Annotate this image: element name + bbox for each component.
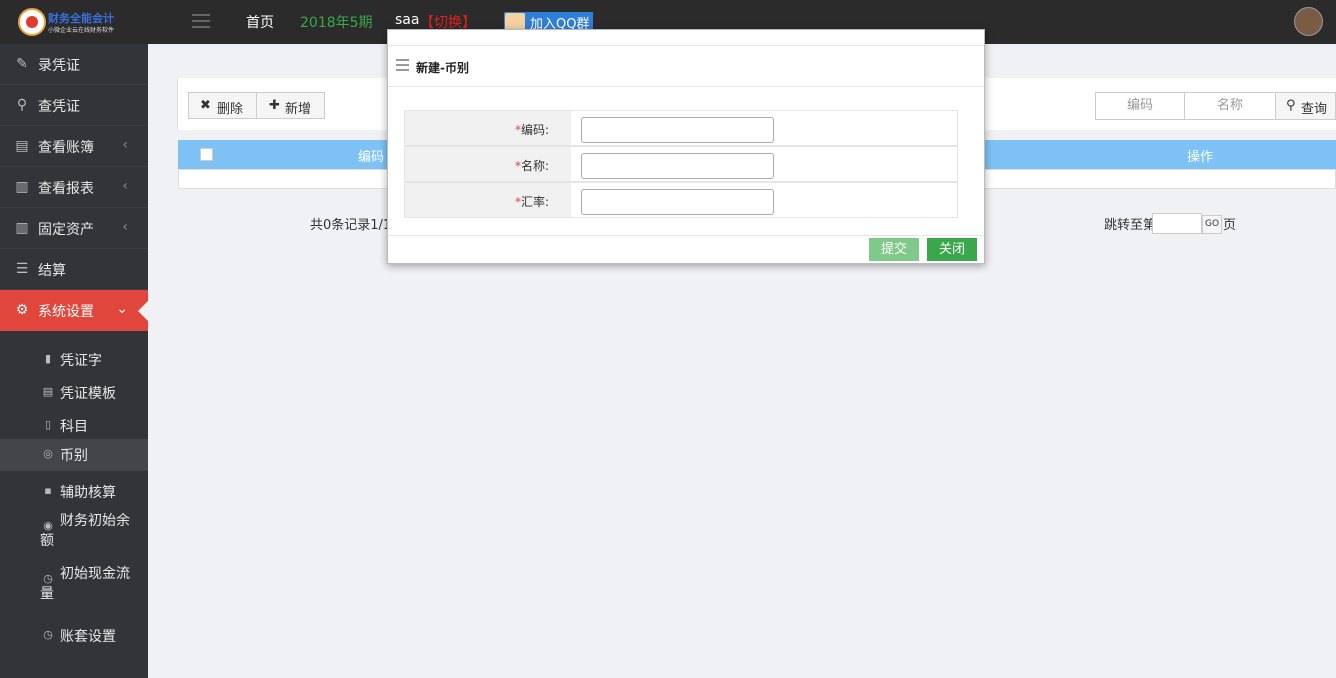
- sidebar-item-fixed-assets[interactable]: ▥ 固定资产 ‹: [0, 208, 148, 249]
- sidebar-item-ledger[interactable]: ▤ 查看账簿 ‹: [0, 126, 148, 167]
- accounting-period[interactable]: 2018年5期: [300, 12, 373, 32]
- subitem-ledger-settings[interactable]: ◷ 账套设置: [0, 620, 148, 653]
- form-row-rate: *汇率:: [404, 182, 958, 218]
- go-button[interactable]: GO: [1202, 215, 1222, 234]
- plus-icon: ✚: [269, 98, 280, 113]
- rate-field-label: 汇率:: [520, 195, 549, 209]
- sidebar: ✎ 录凭证 ⚲ 查凭证 ▤ 查看账簿 ‹ ▥ 查看报表 ‹ ▥ 固定资产 ‹ ☰…: [0, 44, 148, 678]
- column-header-actions: 操作: [1187, 150, 1214, 165]
- subitem-voucher-template[interactable]: ▤ 凭证模板: [0, 377, 148, 410]
- pager-suffix: 页: [1223, 218, 1237, 233]
- sidebar-item-label: 固定资产: [38, 222, 94, 238]
- name-field[interactable]: [581, 153, 774, 179]
- logo-title: 财务全能会计: [48, 12, 114, 25]
- subitem-label: 币别: [60, 448, 88, 464]
- form-row-code: *编码:: [404, 110, 958, 146]
- nav-home-link[interactable]: 首页: [246, 12, 274, 32]
- code-field-label: 编码:: [520, 123, 549, 137]
- chevron-down-icon: ⌄: [116, 301, 128, 317]
- new-currency-dialog: 新建-币别 *编码: *名称: *汇率: 提交 关闭: [387, 29, 985, 264]
- sidebar-item-enter-voucher[interactable]: ✎ 录凭证: [0, 44, 148, 85]
- subitem-label: 辅助核算: [60, 485, 116, 501]
- current-user: saa: [395, 12, 420, 28]
- sidebar-item-label: 录凭证: [38, 58, 80, 74]
- chevron-left-icon: ‹: [122, 137, 128, 153]
- subitem-initial-balance[interactable]: ◉ 财务初始余额: [0, 511, 148, 553]
- clock-icon: ◷: [43, 628, 53, 641]
- sidebar-item-system-settings[interactable]: ⚙ 系统设置 ⌄: [0, 290, 148, 331]
- dialog-header: 新建-币别: [388, 45, 984, 87]
- query-label: 查询: [1301, 102, 1328, 117]
- code-field[interactable]: [581, 117, 774, 143]
- currency-icon: ◎: [43, 447, 53, 460]
- logo-mascot-icon: [18, 8, 46, 36]
- subitem-voucher-word[interactable]: ▮ 凭证字: [0, 344, 148, 377]
- search-icon: ⚲: [16, 97, 28, 113]
- dialog-divider: [388, 235, 984, 236]
- subitem-label: 财务初始余额: [40, 513, 130, 549]
- subitem-initial-cashflow[interactable]: ◷ 初始现金流量: [0, 564, 148, 606]
- subitem-label: 凭证模板: [60, 386, 116, 402]
- sidebar-item-label: 系统设置: [38, 304, 94, 320]
- page-number-input[interactable]: [1152, 213, 1202, 234]
- chevron-left-icon: ‹: [122, 219, 128, 235]
- menu-icon: [396, 59, 409, 74]
- add-button[interactable]: ✚ 新增: [256, 92, 325, 119]
- sidebar-item-label: 查看账簿: [38, 140, 94, 156]
- menu-toggle-icon[interactable]: [192, 14, 210, 28]
- doc-icon: ▤: [42, 385, 54, 398]
- sidebar-item-label: 查看报表: [38, 181, 94, 197]
- subitem-label: 初始现金流量: [40, 566, 130, 602]
- sidebar-item-settlement[interactable]: ☰ 结算: [0, 249, 148, 290]
- sidebar-item-query-voucher[interactable]: ⚲ 查凭证: [0, 85, 148, 126]
- sidebar-item-label: 查凭证: [38, 99, 80, 115]
- bar-chart-icon: ▥: [15, 220, 29, 236]
- subitem-label: 账套设置: [60, 629, 116, 645]
- close-icon: ✖: [200, 98, 211, 113]
- avatar[interactable]: [1294, 7, 1323, 36]
- book-icon: ▤: [15, 138, 29, 154]
- delete-button[interactable]: ✖ 删除: [188, 92, 257, 119]
- add-label: 新增: [285, 102, 312, 117]
- column-header-code[interactable]: 编码: [358, 146, 384, 165]
- close-button[interactable]: 关闭: [927, 238, 977, 261]
- search-icon: ⚲: [1286, 98, 1296, 113]
- aux-icon: ▪: [44, 484, 52, 497]
- edit-icon: ✎: [16, 56, 28, 72]
- name-field-label: 名称:: [520, 159, 549, 173]
- exchange-rate-field[interactable]: [581, 189, 774, 215]
- book-open-icon: ▯: [44, 418, 52, 431]
- app-logo[interactable]: 财务全能会计 小微企业云在线财务软件: [18, 8, 148, 38]
- code-search-input[interactable]: 编码: [1095, 92, 1185, 120]
- qq-people-icon: [505, 13, 525, 30]
- submit-button[interactable]: 提交: [869, 238, 919, 261]
- pager-jump-label: 跳转至第: [1104, 218, 1157, 233]
- subitem-label: 科目: [60, 419, 88, 435]
- sidebar-item-reports[interactable]: ▥ 查看报表 ‹: [0, 167, 148, 208]
- subitem-currency[interactable]: ◎ 币别: [0, 439, 148, 471]
- dialog-title: 新建-币别: [416, 61, 469, 75]
- delete-label: 删除: [217, 102, 244, 117]
- chevron-left-icon: ‹: [122, 178, 128, 194]
- select-all-checkbox[interactable]: [200, 148, 213, 161]
- subitem-auxiliary[interactable]: ▪ 辅助核算: [0, 476, 148, 509]
- name-search-input[interactable]: 名称: [1184, 92, 1276, 120]
- doc-icon: ▮: [44, 352, 52, 365]
- gear-icon: ⚙: [15, 302, 29, 318]
- list-icon: ☰: [15, 261, 29, 277]
- form-row-name: *名称:: [404, 146, 958, 182]
- query-button[interactable]: ⚲ 查询: [1275, 92, 1336, 120]
- sidebar-item-label: 结算: [38, 263, 66, 279]
- subitem-label: 凭证字: [60, 353, 102, 369]
- logo-subtitle: 小微企业云在线财务软件: [48, 27, 115, 34]
- bar-chart-icon: ▥: [15, 179, 29, 195]
